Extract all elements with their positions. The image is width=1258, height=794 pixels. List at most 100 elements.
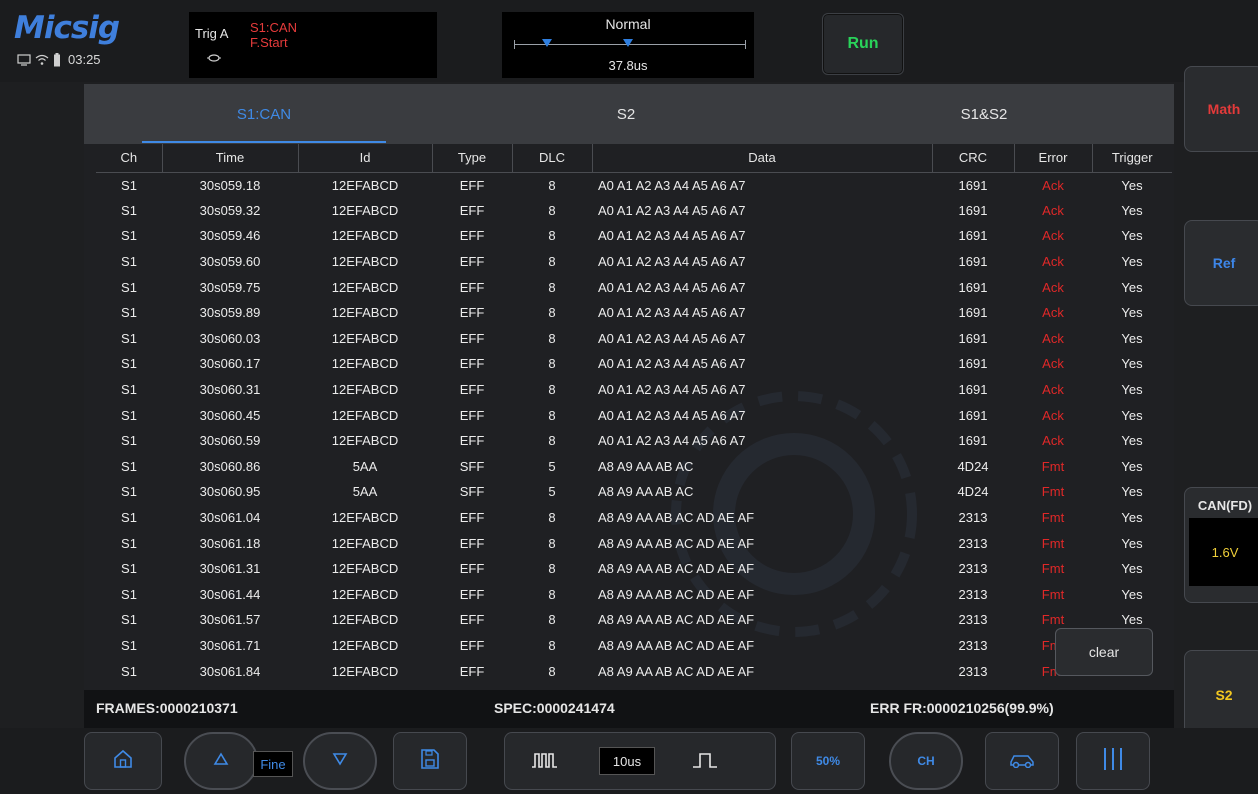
- table-row[interactable]: S1 30s060.45 12EFABCD EFF 8 A0 A1 A2 A3 A4 A5…: [96, 402, 1172, 428]
- cell-trigger: Yes: [1121, 254, 1143, 270]
- cell-crc: 4D24: [957, 484, 989, 500]
- cell-error: Ack: [1042, 202, 1064, 218]
- cell-dlc: 8: [548, 279, 556, 295]
- cell-ch: S1: [121, 382, 137, 398]
- table-row[interactable]: S1 30s061.44 12EFABCD EFF 8 A8 A9 AA AB AC AD…: [96, 582, 1172, 608]
- trigger-position-marker[interactable]: [623, 39, 633, 47]
- cell-crc: 1691: [958, 202, 988, 218]
- table-row[interactable]: S1 30s059.60 12EFABCD EFF 8 A0 A1 A2 A3 A4 A5…: [96, 249, 1172, 275]
- table-row[interactable]: S1 30s060.31 12EFABCD EFF 8 A0 A1 A2 A3 A4 A5…: [96, 377, 1172, 403]
- pulse-train-icon[interactable]: [531, 751, 559, 774]
- tab-s2[interactable]: S2: [504, 84, 748, 144]
- cell-error: Ack: [1042, 279, 1064, 295]
- cell-id: 12EFABCD: [331, 407, 399, 423]
- cell-ch: S1: [121, 356, 137, 372]
- table-row[interactable]: S1 30s060.86 5AA SFF 5 A8 A9 AA AB AC 4D24 Fmt Y…: [96, 454, 1172, 480]
- cell-trigger: Yes: [1121, 458, 1143, 474]
- cell-crc: 1691: [958, 305, 988, 321]
- table-row[interactable]: S1 30s061.71 12EFABCD EFF 8 A8 A9 AA AB AC AD…: [96, 633, 1172, 659]
- save-button[interactable]: [393, 732, 467, 790]
- cell-data: A0 A1 A2 A3 A4 A5 A6 A7: [598, 382, 746, 398]
- column-header-data: Data: [592, 144, 933, 173]
- cell-type: SFF: [459, 484, 485, 500]
- single-pulse-icon[interactable]: [691, 751, 719, 774]
- cell-dlc: 8: [548, 228, 556, 244]
- cell-time: 30s060.59: [199, 433, 261, 449]
- table-row[interactable]: S1 30s059.75 12EFABCD EFF 8 A0 A1 A2 A3 A4 A5…: [96, 274, 1172, 300]
- channel-button[interactable]: CH: [889, 732, 963, 790]
- table-row[interactable]: S1 30s059.18 12EFABCD EFF 8 A0 A1 A2 A3 A4 A5…: [96, 172, 1172, 198]
- cell-type: EFF: [459, 305, 485, 321]
- cell-time: 30s060.03: [199, 330, 261, 346]
- cell-type: EFF: [459, 637, 485, 653]
- table-row[interactable]: S1 30s061.18 12EFABCD EFF 8 A8 A9 AA AB AC AD…: [96, 530, 1172, 556]
- trigger-info-box[interactable]: Trig A S1:CAN F.Start: [189, 12, 437, 78]
- cell-dlc: 8: [548, 561, 556, 577]
- table-row[interactable]: S1 30s059.32 12EFABCD EFF 8 A0 A1 A2 A3 A4 A5…: [96, 198, 1172, 224]
- cell-id: 12EFABCD: [331, 535, 399, 551]
- cell-trigger: Yes: [1121, 330, 1143, 346]
- top-bar: Micsig 03:25 Trig A S1:CAN F.Start Norma…: [0, 0, 1258, 82]
- table-row[interactable]: S1 30s061.57 12EFABCD EFF 8 A8 A9 AA AB AC AD…: [96, 607, 1172, 633]
- cell-type: EFF: [459, 202, 485, 218]
- cell-dlc: 8: [548, 663, 556, 679]
- cell-data: A8 A9 AA AB AC AD AE AF: [598, 586, 755, 602]
- can-fd-channel-button[interactable]: CAN(FD) 1.6V: [1184, 487, 1258, 603]
- run-stop-button[interactable]: Run: [822, 13, 904, 75]
- cell-dlc: 5: [548, 458, 556, 474]
- clock: 03:25: [68, 52, 101, 67]
- trigger-source: S1:CAN: [250, 20, 297, 35]
- tab-s1-s2[interactable]: S1&S2: [854, 84, 1114, 144]
- clear-button[interactable]: clear: [1055, 628, 1153, 676]
- cell-ch: S1: [121, 254, 137, 270]
- fine-up-button[interactable]: [184, 732, 258, 790]
- cell-time: 30s061.57: [199, 612, 261, 628]
- event-table-container[interactable]: Ch Time Id Type DLC Data CRC Error Trigger S1 30s…: [96, 144, 1174, 690]
- table-row[interactable]: S1 30s061.31 12EFABCD EFF 8 A8 A9 AA AB AC AD…: [96, 556, 1172, 582]
- table-row[interactable]: S1 30s059.46 12EFABCD EFF 8 A0 A1 A2 A3 A4 A5…: [96, 223, 1172, 249]
- cell-type: EFF: [459, 510, 485, 526]
- s2-button[interactable]: S2: [1184, 650, 1258, 740]
- cell-time: 30s061.31: [199, 561, 261, 577]
- table-row[interactable]: S1 30s060.03 12EFABCD EFF 8 A0 A1 A2 A3 A4 A5…: [96, 326, 1172, 352]
- battery-icon: [53, 52, 61, 67]
- cell-data: A0 A1 A2 A3 A4 A5 A6 A7: [598, 356, 746, 372]
- table-row[interactable]: S1 30s061.84 12EFABCD EFF 8 A8 A9 AA AB AC AD…: [96, 658, 1172, 684]
- cell-data: A0 A1 A2 A3 A4 A5 A6 A7: [598, 305, 746, 321]
- table-row[interactable]: S1 30s060.17 12EFABCD EFF 8 A0 A1 A2 A3 A4 A5…: [96, 351, 1172, 377]
- frames-count: FRAMES:0000210371: [96, 700, 238, 716]
- cell-dlc: 8: [548, 382, 556, 398]
- table-row[interactable]: S1 30s060.95 5AA SFF 5 A8 A9 AA AB AC 4D24 Fmt Y…: [96, 479, 1172, 505]
- fifty-percent-button[interactable]: 50%: [791, 732, 865, 790]
- home-button[interactable]: [84, 732, 162, 790]
- cell-crc: 2313: [958, 510, 988, 526]
- math-button[interactable]: Math: [1184, 66, 1258, 152]
- cell-trigger: Yes: [1121, 279, 1143, 295]
- cell-data: A8 A9 AA AB AC: [598, 484, 694, 500]
- cell-time: 30s060.45: [199, 407, 261, 423]
- fine-down-button[interactable]: [303, 732, 377, 790]
- auto-button[interactable]: [985, 732, 1059, 790]
- cell-id: 12EFABCD: [331, 330, 399, 346]
- tab-s1-can[interactable]: S1:CAN: [142, 84, 386, 144]
- cell-error: Fmt: [1041, 535, 1065, 551]
- menu-button[interactable]: [1076, 732, 1150, 790]
- cell-ch: S1: [121, 535, 137, 551]
- cell-ch: S1: [121, 484, 137, 500]
- cell-ch: S1: [121, 510, 137, 526]
- table-body: S1 30s059.18 12EFABCD EFF 8 A0 A1 A2 A3 A4 A5…: [96, 172, 1172, 684]
- cell-dlc: 8: [548, 202, 556, 218]
- cell-ch: S1: [121, 279, 137, 295]
- timeline-start-tick: [514, 40, 515, 49]
- column-header-trigger: Trigger: [1092, 144, 1172, 173]
- acquisition-box[interactable]: Normal 37.8us: [502, 12, 754, 78]
- table-row[interactable]: S1 30s059.89 12EFABCD EFF 8 A0 A1 A2 A3 A4 A5…: [96, 300, 1172, 326]
- table-row[interactable]: S1 30s061.04 12EFABCD EFF 8 A8 A9 AA AB AC AD…: [96, 505, 1172, 531]
- fine-indicator[interactable]: Fine: [253, 751, 293, 777]
- cell-time: 30s059.75: [199, 279, 261, 295]
- bottom-toolbar: Fine 10us 50% CH: [0, 728, 1258, 794]
- column-header-id: Id: [298, 144, 433, 173]
- table-row[interactable]: S1 30s060.59 12EFABCD EFF 8 A0 A1 A2 A3 A4 A5…: [96, 428, 1172, 454]
- cell-ch: S1: [121, 202, 137, 218]
- ref-button[interactable]: Ref: [1184, 220, 1258, 306]
